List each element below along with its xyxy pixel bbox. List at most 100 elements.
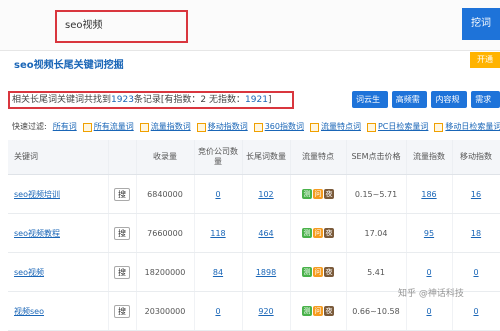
- search-link[interactable]: 搜: [114, 304, 130, 318]
- keyword-link[interactable]: 视频seo: [8, 291, 109, 331]
- search-link[interactable]: 搜: [114, 265, 130, 279]
- flow-cell: 95: [406, 213, 453, 253]
- flow-link[interactable]: 0: [426, 307, 431, 316]
- longtail-cell: 102: [242, 174, 291, 214]
- col-mobile-index[interactable]: 移动指数: [452, 140, 500, 175]
- filter-mobile-index[interactable]: 移动指数词: [196, 120, 248, 134]
- table-row: seo视频教程 搜 7660000 118 464 测问夜 17.04 95 1…: [8, 213, 500, 253]
- summary-count: 1923: [111, 95, 134, 105]
- mobile-link[interactable]: 0: [473, 268, 478, 277]
- page-title: seo视频长尾关键词挖掘: [14, 56, 124, 71]
- checkbox-icon[interactable]: [196, 122, 206, 132]
- filter-flow-index[interactable]: 流量指数词: [139, 120, 191, 134]
- indexed-cell: 6840000: [136, 174, 195, 214]
- filter-label: 快速过滤:: [12, 122, 47, 131]
- traffic-tag: 测: [302, 228, 312, 238]
- col-competitors[interactable]: 竞价公司数量: [194, 140, 243, 175]
- longtail-cell: 1898: [242, 252, 291, 292]
- mobile-cell: 18: [452, 213, 500, 253]
- col-traffic[interactable]: 流量特点: [290, 140, 347, 175]
- traffic-tag: 夜: [324, 228, 334, 238]
- content-plan-button[interactable]: 内容规划: [431, 91, 468, 121]
- checkbox-icon[interactable]: [309, 122, 319, 132]
- summary-suffix: ]: [267, 95, 272, 105]
- filter-label-text: 所有词: [52, 122, 77, 131]
- summary-noindex: 1921: [245, 95, 268, 105]
- traffic-tag: 测: [302, 267, 312, 277]
- longtail-link[interactable]: 1898: [256, 268, 276, 277]
- col-longtail[interactable]: 长尾词数量: [242, 140, 291, 175]
- filter-label-text: 移动指数词: [207, 122, 248, 131]
- keyword-table: 关键词 收录量 竞价公司数量 长尾词数量 流量特点 SEM点击价格 流量指数 移…: [8, 140, 500, 331]
- filter-360[interactable]: 360指数词: [253, 120, 304, 134]
- table-header-row: 关键词 收录量 竞价公司数量 长尾词数量 流量特点 SEM点击价格 流量指数 移…: [8, 140, 500, 175]
- sem-cell: 0.15~5.71: [346, 174, 407, 214]
- mobile-link[interactable]: 18: [471, 229, 481, 238]
- col-sem[interactable]: SEM点击价格: [346, 140, 407, 175]
- longtail-link[interactable]: 920: [258, 307, 273, 316]
- traffic-cell: 测问夜: [290, 291, 347, 331]
- search-button[interactable]: 挖词: [462, 8, 500, 40]
- filter-traffic[interactable]: 流量特点词: [309, 120, 361, 134]
- longtail-link[interactable]: 102: [258, 190, 273, 199]
- competitors-cell: 118: [194, 213, 243, 253]
- filter-label-text: 360指数词: [264, 122, 304, 131]
- wordcloud-button[interactable]: 词云生成: [352, 91, 388, 121]
- indexed-cell: 7660000: [136, 213, 195, 253]
- mobile-link[interactable]: 16: [471, 190, 481, 199]
- competitors-link[interactable]: 118: [210, 229, 225, 238]
- filter-mobile[interactable]: 移动日检索量词: [434, 120, 500, 134]
- flow-cell: 186: [406, 174, 453, 214]
- traffic-tag: 问: [313, 189, 323, 199]
- longtail-link[interactable]: 464: [258, 229, 273, 238]
- indexed-cell: 20300000: [136, 291, 195, 331]
- filter-label-text: 流量特点词: [320, 122, 361, 131]
- competitors-link[interactable]: 0: [215, 307, 220, 316]
- indexed-cell: 18200000: [136, 252, 195, 292]
- title-keyword: seo视频: [14, 60, 54, 71]
- search-link[interactable]: 搜: [114, 187, 130, 201]
- traffic-tag: 夜: [324, 189, 334, 199]
- search-cell: 搜: [108, 252, 137, 292]
- traffic-tag: 测: [302, 189, 312, 199]
- traffic-tag: 问: [313, 306, 323, 316]
- keyword-link[interactable]: seo视频教程: [8, 213, 109, 253]
- mobile-cell: 16: [452, 174, 500, 214]
- checkbox-icon[interactable]: [253, 122, 263, 132]
- competitors-link[interactable]: 84: [213, 268, 223, 277]
- flow-link[interactable]: 0: [426, 268, 431, 277]
- action-buttons: 词云生成 高频需求 内容规划 需求图: [352, 91, 500, 121]
- filter-pc[interactable]: PC日检索量词: [366, 120, 428, 134]
- sem-cell: 5.41: [346, 252, 407, 292]
- col-keyword[interactable]: 关键词: [8, 140, 109, 175]
- col-indexed[interactable]: 收录量: [136, 140, 195, 175]
- keyword-link[interactable]: seo视频培训: [8, 174, 109, 214]
- checkbox-icon[interactable]: [366, 122, 376, 132]
- traffic-tag: 问: [313, 267, 323, 277]
- filter-flow-all[interactable]: 所有流量词: [82, 120, 134, 134]
- search-input[interactable]: seo视频: [55, 10, 188, 43]
- competitors-cell: 84: [194, 252, 243, 292]
- high-frequency-button[interactable]: 高频需求: [391, 91, 428, 121]
- checkbox-icon[interactable]: [139, 122, 149, 132]
- search-link[interactable]: 搜: [114, 226, 130, 240]
- filter-all[interactable]: 所有词: [53, 120, 77, 134]
- checkbox-icon[interactable]: [434, 122, 444, 132]
- col-search: [108, 140, 137, 175]
- checkbox-icon[interactable]: [82, 122, 92, 132]
- flow-link[interactable]: 95: [424, 229, 434, 238]
- traffic-cell: 测问夜: [290, 174, 347, 214]
- keyword-link[interactable]: seo视频: [8, 252, 109, 292]
- competitors-link[interactable]: 0: [215, 190, 220, 199]
- mobile-link[interactable]: 0: [473, 307, 478, 316]
- open-button[interactable]: 开通: [470, 52, 500, 68]
- traffic-tag: 问: [313, 228, 323, 238]
- flow-link[interactable]: 186: [421, 190, 436, 199]
- summary-text: 相关长尾词关键词共找到1923条记录[有指数：2 无指数：1921]: [8, 91, 294, 109]
- summary-mid: 条记录[有指数：2 无指数：: [133, 95, 246, 105]
- competitors-cell: 0: [194, 174, 243, 214]
- competitors-cell: 0: [194, 291, 243, 331]
- title-rest: 长尾关键词挖掘: [53, 60, 124, 71]
- demand-map-button[interactable]: 需求图: [471, 91, 500, 121]
- col-flow-index[interactable]: 流量指数: [406, 140, 453, 175]
